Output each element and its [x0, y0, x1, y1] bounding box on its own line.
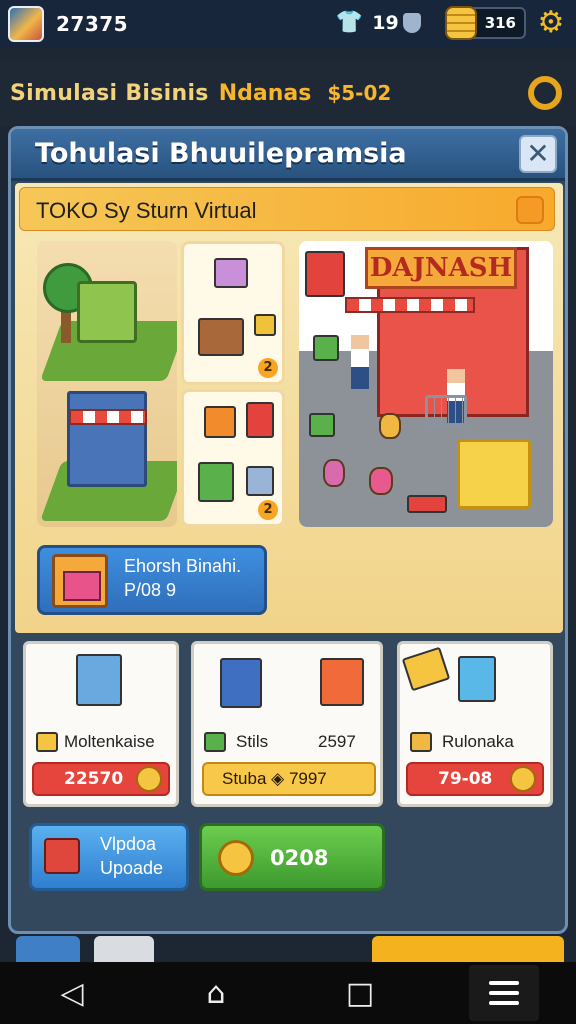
system-nav-bar: ◁ ⌂ □	[0, 962, 576, 1024]
red-flag-icon	[305, 251, 345, 297]
promo-button[interactable]: Ehorsh Binahi. P/08 9	[37, 545, 267, 615]
business-panel: Tohulasi Bhuuilepramsia ✕ TOKO Sy Sturn …	[8, 126, 568, 934]
promo-line-1: Ehorsh Binahi.	[124, 556, 242, 576]
business-title: Simulasi Bisinis	[10, 80, 209, 106]
shield-icon	[402, 13, 421, 33]
chest-icon	[36, 732, 58, 752]
card-3-label: Rulonaka	[442, 732, 514, 751]
business-money: $5-02	[327, 81, 392, 105]
back-icon[interactable]: ◁	[37, 965, 107, 1021]
top-bar: 27375 👕 19 316 ⚙	[0, 0, 576, 48]
upgrade-button[interactable]: Vlpdoa Upoade	[29, 823, 189, 891]
item-card-top[interactable]: 2	[181, 241, 285, 385]
card-2-count: 2597	[318, 732, 356, 751]
shopkeeper-icon	[351, 335, 369, 389]
gold-bag-icon	[410, 732, 432, 752]
gold-counter[interactable]: 316	[444, 6, 526, 40]
store-awning	[345, 297, 475, 313]
card-2-label: Stils	[236, 732, 269, 751]
shop-stall-icon	[52, 554, 108, 608]
awning-icon	[69, 409, 147, 425]
menu-icon[interactable]	[469, 965, 539, 1021]
item-card-bottom[interactable]: 2	[181, 389, 285, 527]
coin-stack-icon	[444, 6, 477, 40]
honey-jar-icon	[379, 413, 401, 439]
bottom-tab-1[interactable]	[16, 936, 80, 962]
green-crate-icon	[309, 413, 335, 437]
upgrade-label-2: Upoade	[100, 858, 164, 878]
gear-icon[interactable]: ⚙	[534, 6, 568, 40]
speech-bubble-icon	[458, 656, 496, 702]
jar-icon	[369, 467, 393, 495]
settings-ring-icon[interactable]	[528, 76, 562, 110]
store-view: TOKO Sy Sturn Virtual 2 2 DAJNASH Ehorsh…	[15, 183, 563, 633]
crate-icon	[198, 318, 244, 356]
shop-scene-left[interactable]	[37, 241, 177, 527]
card-1-value-pill: 22570	[32, 762, 170, 796]
cash-icon	[204, 732, 226, 752]
blue-kiosk-icon	[67, 391, 147, 487]
store-subtitle: TOKO Sy Sturn Virtual	[36, 198, 257, 223]
green-shop-icon	[77, 281, 137, 343]
panel-header: Tohulasi Bhuuilepramsia ✕	[11, 129, 565, 181]
card-3-value: 79-08	[438, 769, 493, 789]
red-mat-icon	[407, 495, 447, 513]
bottom-tab-2[interactable]	[94, 936, 154, 962]
quantity-badge: 2	[258, 500, 278, 520]
coin-icon	[510, 766, 536, 792]
jar-icon	[323, 459, 345, 487]
shutter-stall-icon	[76, 654, 122, 706]
yellow-stall-icon	[457, 439, 531, 509]
small-box-icon	[254, 314, 276, 336]
card-2-value-pill: Stuba ◈ 7997	[202, 762, 376, 796]
vending-machine-icon	[220, 658, 262, 708]
bottom-tab-3[interactable]	[372, 936, 564, 962]
panel-title: Tohulasi Bhuuilepramsia	[35, 138, 407, 169]
gold-value: 316	[484, 14, 516, 32]
business-name: Ndanas	[218, 80, 312, 106]
green-box-icon	[198, 462, 234, 502]
stat-card-2[interactable]: Stils 2597 Stuba ◈ 7997	[191, 641, 383, 807]
shopping-cart-icon	[425, 395, 467, 427]
business-bar: Simulasi Bisinis Ndanas $5-02	[0, 60, 576, 126]
ticket-icon	[401, 646, 451, 692]
collect-button[interactable]: 0208	[199, 823, 385, 891]
close-button[interactable]: ✕	[519, 135, 557, 173]
coin-icon	[136, 766, 162, 792]
stat-card-3[interactable]: Rulonaka 79-08	[397, 641, 553, 807]
gold-coin-icon	[218, 840, 254, 876]
gem-value: 19	[372, 12, 399, 34]
card-2-value: Stuba ◈ 7997	[222, 769, 327, 788]
red-sign-icon	[246, 402, 274, 438]
orange-package-icon	[320, 658, 364, 706]
stat-card-1[interactable]: Moltenkaise 22570	[23, 641, 179, 807]
coin-counter: 27375	[56, 12, 129, 36]
home-icon[interactable]: ⌂	[181, 965, 251, 1021]
collect-value: 0208	[270, 846, 329, 870]
gift-box-icon	[214, 258, 248, 288]
gem-counter: 19	[372, 12, 421, 34]
promo-line-2: P/08 9	[124, 580, 177, 600]
orange-box-icon	[204, 406, 236, 438]
store-scene-right[interactable]: DAJNASH	[299, 241, 553, 527]
avatar-icon[interactable]	[8, 6, 44, 42]
quantity-badge: 2	[258, 358, 278, 378]
green-crate-icon	[313, 335, 339, 361]
card-1-value: 22570	[64, 769, 124, 789]
store-sign: DAJNASH	[365, 247, 517, 289]
orange-square-icon	[516, 196, 544, 224]
shirt-icon[interactable]: 👕	[334, 8, 364, 38]
card-1-label: Moltenkaise	[64, 732, 155, 751]
upgrade-shop-icon	[44, 838, 80, 874]
card-3-value-pill: 79-08	[406, 762, 544, 796]
upgrade-label-1: Vlpdoa	[100, 834, 157, 854]
blue-box-icon	[246, 466, 274, 496]
store-subtitle-bar: TOKO Sy Sturn Virtual	[19, 187, 555, 231]
recent-apps-icon[interactable]: □	[325, 965, 395, 1021]
